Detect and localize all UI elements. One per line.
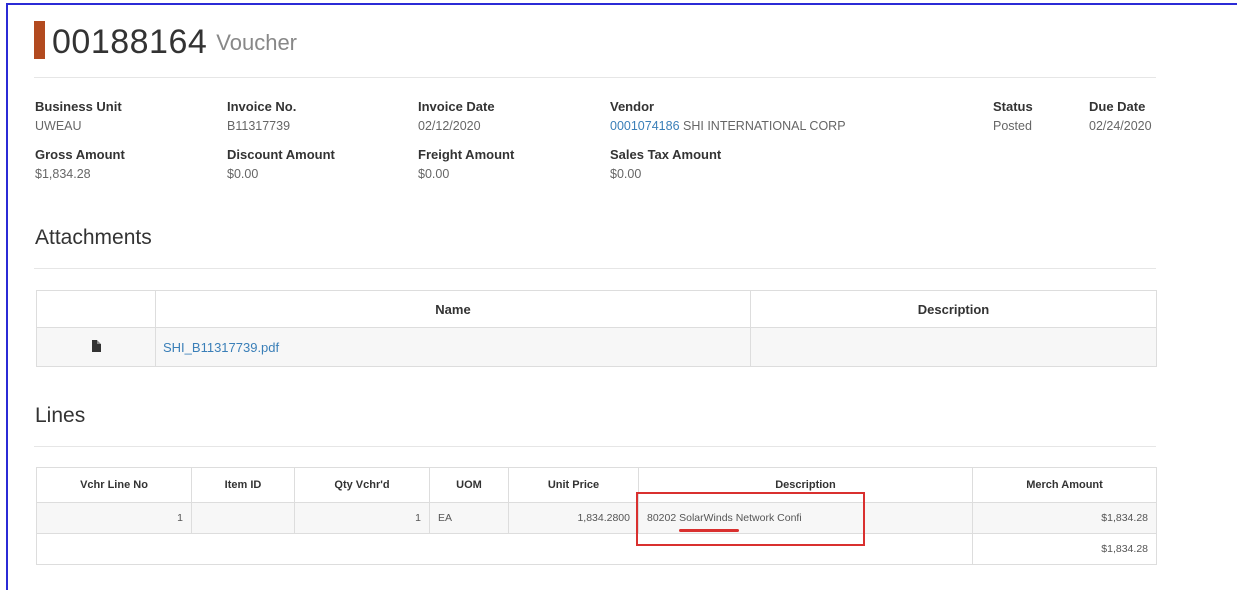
discount-amount-field: Discount Amount $0.00 bbox=[227, 147, 335, 183]
merch-amount-cell: $1,834.28 bbox=[972, 502, 1157, 534]
accent-bar bbox=[34, 21, 45, 59]
voucher-id: 00188164 bbox=[52, 23, 208, 61]
business-unit-field: Business Unit UWEAU bbox=[35, 99, 122, 135]
attachments-col-description: Description bbox=[750, 290, 1157, 328]
discount-amount-value: $0.00 bbox=[227, 167, 259, 181]
due-date-label: Due Date bbox=[1089, 99, 1146, 114]
lines-header-row: Vchr Line No Item ID Qty Vchr'd UOM Unit… bbox=[36, 467, 1157, 503]
status-value: Posted bbox=[993, 119, 1032, 133]
attachments-col-name: Name bbox=[155, 290, 751, 328]
vendor-value: 0001074186 SHI INTERNATIONAL CORP bbox=[610, 117, 846, 135]
attachment-icon-cell bbox=[36, 327, 156, 367]
header-divider bbox=[34, 77, 1156, 78]
line-no-cell: 1 bbox=[36, 502, 192, 534]
gross-amount-value: $1,834.28 bbox=[35, 167, 91, 181]
file-icon bbox=[91, 339, 101, 352]
sales-tax-amount-field: Sales Tax Amount $0.00 bbox=[610, 147, 721, 183]
totals-row: $1,834.28 bbox=[36, 533, 1157, 565]
vendor-id-link[interactable]: 0001074186 bbox=[610, 119, 680, 133]
attachments-table: Name Description SHI_B11317739.pdf bbox=[36, 290, 1157, 367]
gross-amount-field: Gross Amount $1,834.28 bbox=[35, 147, 125, 183]
lines-col-line-no: Vchr Line No bbox=[36, 467, 192, 503]
qty-cell: 1 bbox=[294, 502, 430, 534]
uom-cell: EA bbox=[429, 502, 509, 534]
invoice-date-value: 02/12/2020 bbox=[418, 119, 481, 133]
lines-divider bbox=[34, 446, 1156, 447]
invoice-no-field: Invoice No. B11317739 bbox=[227, 99, 296, 135]
lines-title: Lines bbox=[35, 404, 86, 427]
lines-col-merch-amount: Merch Amount bbox=[972, 467, 1157, 503]
lines-col-item-id: Item ID bbox=[191, 467, 295, 503]
status-field: Status Posted bbox=[993, 99, 1033, 135]
table-row: SHI_B11317739.pdf bbox=[36, 327, 1157, 367]
unit-price-cell: 1,834.2800 bbox=[508, 502, 639, 534]
freight-amount-label: Freight Amount bbox=[418, 147, 515, 162]
vendor-name: SHI INTERNATIONAL CORP bbox=[683, 119, 846, 133]
attachments-header-row: Name Description bbox=[36, 290, 1157, 328]
attachments-col-icon bbox=[36, 290, 156, 328]
business-unit-label: Business Unit bbox=[35, 99, 122, 114]
sales-tax-amount-value: $0.00 bbox=[610, 167, 642, 181]
attachment-link[interactable]: SHI_B11317739.pdf bbox=[163, 340, 279, 355]
invoice-no-label: Invoice No. bbox=[227, 99, 297, 114]
invoice-date-label: Invoice Date bbox=[418, 99, 495, 114]
invoice-date-field: Invoice Date 02/12/2020 bbox=[418, 99, 495, 135]
attachments-divider bbox=[34, 268, 1156, 269]
voucher-type-label: Voucher bbox=[216, 30, 298, 55]
business-unit-value: UWEAU bbox=[35, 119, 82, 133]
table-row: 1 1 EA 1,834.2800 80202 SolarWinds Netwo… bbox=[36, 502, 1157, 534]
attachment-name-cell: SHI_B11317739.pdf bbox=[155, 327, 751, 367]
due-date-value: 02/24/2020 bbox=[1089, 119, 1152, 133]
annotation-highlight-box bbox=[636, 492, 865, 546]
annotation-underline bbox=[679, 529, 739, 532]
vendor-label: Vendor bbox=[610, 99, 655, 114]
lines-col-unit-price: Unit Price bbox=[508, 467, 639, 503]
vendor-field: Vendor 0001074186 SHI INTERNATIONAL CORP bbox=[610, 99, 846, 135]
freight-amount-field: Freight Amount $0.00 bbox=[418, 147, 514, 183]
lines-col-uom: UOM bbox=[429, 467, 509, 503]
status-label: Status bbox=[993, 99, 1033, 114]
sales-tax-amount-label: Sales Tax Amount bbox=[610, 147, 722, 162]
attachments-title: Attachments bbox=[35, 226, 152, 249]
invoice-no-value: B11317739 bbox=[227, 119, 291, 133]
discount-amount-label: Discount Amount bbox=[227, 147, 335, 162]
due-date-field: Due Date 02/24/2020 bbox=[1089, 99, 1152, 135]
page-header: 00188164 Voucher bbox=[34, 18, 297, 62]
lines-col-qty: Qty Vchr'd bbox=[294, 467, 430, 503]
item-id-cell bbox=[191, 502, 295, 534]
freight-amount-value: $0.00 bbox=[418, 167, 450, 181]
total-merch-amount-cell: $1,834.28 bbox=[972, 533, 1157, 565]
attachment-description-cell bbox=[750, 327, 1157, 367]
lines-table: Vchr Line No Item ID Qty Vchr'd UOM Unit… bbox=[36, 467, 1157, 565]
gross-amount-label: Gross Amount bbox=[35, 147, 125, 162]
